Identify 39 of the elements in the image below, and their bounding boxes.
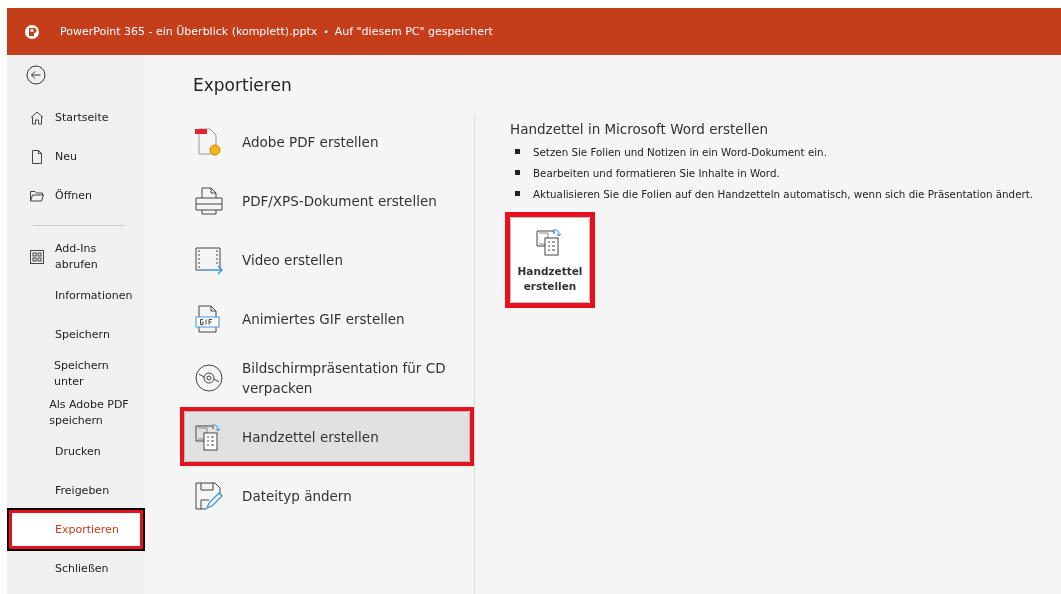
sidebar-item[interactable]: Startseite	[9, 98, 143, 137]
create-handouts-button[interactable]: Handzettel erstellen	[510, 217, 590, 303]
home-icon	[29, 109, 45, 126]
export-option[interactable]: PDF/XPS-Dokument erstellen	[184, 175, 470, 226]
sidebar-item[interactable]: Freigeben	[9, 471, 143, 510]
sidebar-item[interactable]: Öffnen	[9, 176, 143, 215]
bullet-text: Aktualisieren Sie die Folien auf den Handzetteln automatisch, wenn sich die Präsentation ändert.	[533, 187, 1034, 200]
sidebar-item[interactable]: Add-Ins abrufen	[9, 237, 143, 276]
bullet-icon	[515, 149, 520, 154]
bullet-icon	[515, 191, 520, 196]
save-status: Auf "diesem PC" gespeichert	[334, 25, 493, 38]
document-icon	[29, 148, 45, 165]
export-option[interactable]: Adobe PDF erstellen	[184, 116, 470, 167]
sidebar-item[interactable]: Exportieren	[9, 510, 143, 549]
back-icon[interactable]	[26, 65, 46, 85]
sidebar-item[interactable]: Drucken	[9, 432, 143, 471]
sidebar-item[interactable]: Als Adobe PDF speichern	[9, 393, 143, 432]
bullet-text: Bearbeiten und formatieren Sie Inhalte in Word.	[533, 166, 780, 179]
export-option[interactable]: Handzettel erstellen	[184, 411, 470, 462]
app-logo-icon	[24, 23, 40, 40]
page-heading: Exportieren	[192, 75, 293, 95]
file-edit-icon	[193, 479, 225, 512]
window-title: PowerPoint 365 - ein Überblick (komplett).pptx	[60, 25, 318, 38]
sidebar-item[interactable]: Informationen	[9, 276, 143, 315]
bullet-icon	[515, 170, 520, 175]
export-option[interactable]: Animiertes GIF erstellen	[184, 293, 470, 344]
section-title: Handzettel in Microsoft Word erstellen	[510, 121, 770, 137]
export-option[interactable]: Dateityp ändern	[184, 470, 470, 521]
sidebar-item[interactable]: Neu	[9, 137, 143, 176]
export-option[interactable]: Video erstellen	[184, 234, 470, 285]
disc-icon	[193, 361, 225, 394]
sidebar-item[interactable]: Speichern	[9, 315, 143, 354]
export-option[interactable]: Bildschirmpräsentation für CD verpacken	[184, 352, 470, 403]
sidebar-item[interactable]: Schließen	[9, 549, 143, 588]
sidebar-item[interactable]: Speichern unter	[9, 354, 143, 393]
grid-icon	[29, 248, 45, 265]
bullet-text: Setzen Sie Folien und Notizen in ein Word-Dokument ein.	[533, 145, 827, 158]
printer-icon	[193, 184, 225, 217]
separator-dot: •	[323, 26, 329, 37]
